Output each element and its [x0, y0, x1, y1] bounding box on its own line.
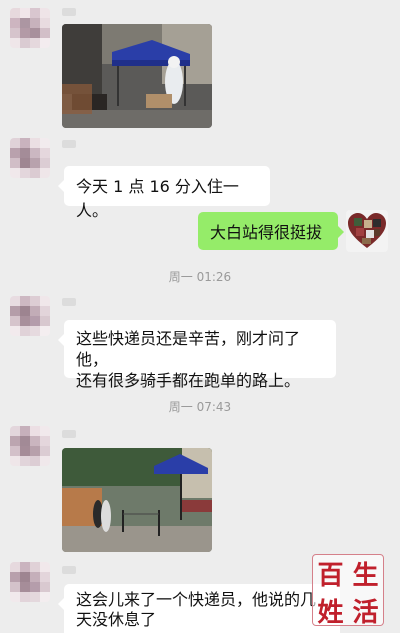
message-bubble[interactable]: 这些快递员还是辛苦，刚才问了他， 还有很多骑手都在跑单的路上。	[58, 320, 336, 390]
message-bubble-outgoing[interactable]: 大白站得很挺拔	[198, 212, 344, 250]
sender-name	[62, 430, 76, 438]
message-text-line: 还有很多骑手都在跑单的路上。	[76, 371, 301, 390]
avatar-contact[interactable]	[10, 562, 50, 602]
message-bubble[interactable]: 这会儿来了一个快递员，他说的几 天没休息了	[58, 584, 340, 633]
courier-photo-image	[62, 448, 212, 552]
avatar-contact[interactable]	[10, 138, 50, 178]
photo-message[interactable]	[62, 448, 212, 552]
message-text: 大白站得很挺拔	[210, 223, 323, 242]
heart-collage-icon	[348, 213, 386, 248]
photo-message[interactable]	[62, 24, 212, 128]
watermark-char: 生	[352, 561, 379, 591]
avatar-self[interactable]	[346, 210, 388, 252]
watermark-char: 百	[317, 561, 344, 591]
sender-name	[62, 140, 76, 148]
avatar-contact[interactable]	[10, 8, 50, 48]
tent-photo-image	[62, 24, 212, 128]
message-text-line: 天没休息了	[76, 610, 157, 629]
sender-name	[62, 566, 76, 574]
watermark-logo: 百 生 姓 活	[312, 554, 384, 628]
watermark-char: 活	[352, 598, 379, 628]
avatar-contact[interactable]	[10, 426, 50, 466]
sender-name	[62, 298, 76, 306]
sender-name	[62, 8, 76, 16]
watermark-char: 姓	[317, 598, 344, 628]
message-text-line: 这些快递员还是辛苦，刚才问了他，	[76, 329, 301, 369]
message-bubble[interactable]: 今天 1 点 16 分入住一人。	[58, 166, 270, 220]
message-text-line: 这会儿来了一个快递员，他说的几	[76, 590, 317, 609]
timestamp: 周一 01:26	[168, 270, 232, 284]
avatar-contact[interactable]	[10, 296, 50, 336]
timestamp: 周一 07:43	[168, 400, 232, 414]
